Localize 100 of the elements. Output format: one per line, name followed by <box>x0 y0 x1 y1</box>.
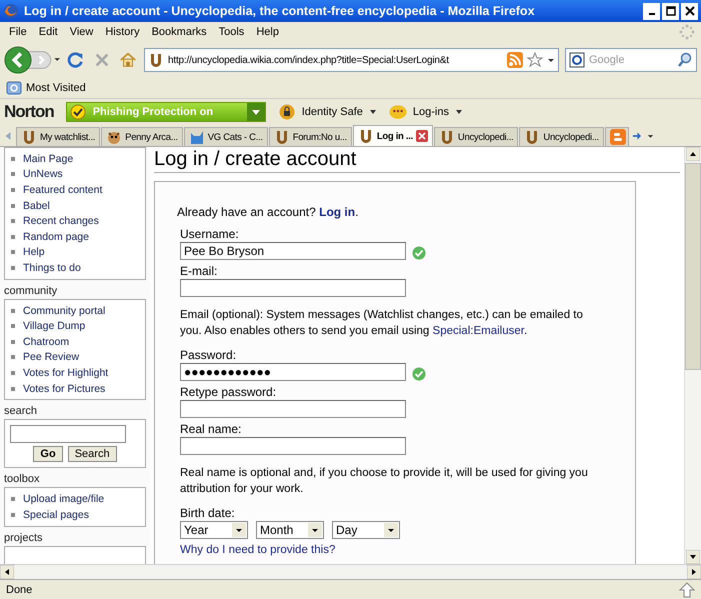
search-input[interactable] <box>10 425 126 444</box>
scroll-down-icon[interactable] <box>686 550 700 564</box>
star-icon[interactable] <box>527 52 543 68</box>
close-tab-icon[interactable] <box>416 130 428 142</box>
browser-logo-icon <box>3 3 19 19</box>
sidebar-link[interactable]: Pee Review <box>23 351 80 364</box>
browser-tab[interactable]: VG Cats - C... <box>184 127 268 146</box>
field-label: Password: <box>180 348 238 363</box>
site-favicon-icon <box>21 129 37 145</box>
scroll-left-icon[interactable] <box>0 565 14 579</box>
menu-item[interactable]: Tools <box>212 26 250 38</box>
sidebar-link[interactable]: Help <box>23 246 45 258</box>
site-favicon-icon <box>148 52 164 68</box>
bullet-icon <box>11 266 15 270</box>
sidebar-link[interactable]: Main Page <box>23 152 74 165</box>
browser-tab[interactable]: Log in ... <box>352 125 433 146</box>
bullet-icon <box>11 204 15 208</box>
portlet-title: community <box>4 284 58 297</box>
scroll-right-icon[interactable] <box>687 565 701 579</box>
menu-item[interactable]: View <box>64 26 100 38</box>
minimize-button[interactable] <box>643 2 660 20</box>
address-text: http://uncyclopedia.wikia.com/index.php?title=Special:UserLogin&t <box>168 54 450 66</box>
horizontal-scrollbar[interactable] <box>0 564 701 579</box>
emailuser-link[interactable]: Special:Emailuser <box>432 325 524 337</box>
address-field[interactable]: http://uncyclopedia.wikia.com/index.php?title=Special:UserLogin&t <box>144 48 559 72</box>
bookmark-item[interactable]: Most Visited <box>6 80 86 96</box>
bullet-icon <box>11 250 15 254</box>
browser-tab[interactable]: Forum:No u... <box>268 127 352 146</box>
portlet-title: toolbox <box>4 473 40 486</box>
window-title: Log in / create account - Uncyclopedia, the content-free encyclopedia - Mozilla Firefox <box>24 4 536 18</box>
browser-tab[interactable] <box>604 127 629 146</box>
portlet-title: projects <box>4 532 44 544</box>
caret-icon <box>368 108 377 116</box>
identity-safe-button[interactable]: Identity Safe <box>278 104 377 120</box>
sidebar-link[interactable]: Votes for Pictures <box>23 382 106 395</box>
sidebar-link[interactable]: Community portal <box>23 304 106 317</box>
close-button[interactable] <box>681 2 698 20</box>
sidebar-link[interactable]: Featured content <box>23 184 102 196</box>
search-icon[interactable] <box>677 52 693 68</box>
blog-icon <box>610 129 626 145</box>
input-field[interactable]: ●●●●●●●●●●●● <box>180 363 406 381</box>
sidebar-link[interactable]: UnNews <box>23 168 63 180</box>
search-engine-icon[interactable] <box>569 52 585 68</box>
menu-item[interactable]: File <box>3 26 33 38</box>
maximize-icon <box>666 6 676 16</box>
bullet-icon <box>11 308 15 313</box>
input-field[interactable] <box>180 400 406 418</box>
browser-tab[interactable]: Penny Arca... <box>101 127 183 146</box>
back-forward-icon[interactable] <box>4 46 60 74</box>
sidebar-link[interactable]: Chatroom <box>23 336 70 348</box>
bullet-icon <box>11 497 15 502</box>
home-icon[interactable] <box>119 51 137 69</box>
sidebar-link[interactable]: Random page <box>23 230 89 243</box>
search-field[interactable]: Google <box>565 48 697 72</box>
search-portlet-button[interactable]: Search <box>68 446 117 462</box>
dropdown-icon[interactable] <box>547 56 555 64</box>
sidebar-link[interactable]: Babel <box>23 200 50 212</box>
safe-icon <box>278 104 296 120</box>
input-field[interactable]: Pee Bo Bryson <box>180 242 406 260</box>
input-field[interactable] <box>180 279 406 297</box>
browser-tab[interactable]: Uncyclopedi... <box>434 127 518 146</box>
maximize-button[interactable] <box>662 2 679 20</box>
date-select[interactable]: Year <box>180 521 248 539</box>
date-select[interactable]: Month <box>256 521 324 539</box>
date-select[interactable]: Day <box>332 521 400 539</box>
caret-icon <box>454 108 463 116</box>
menu-item[interactable]: History <box>99 26 146 38</box>
bullet-icon <box>11 172 15 176</box>
field-label: Retype password: <box>180 385 278 400</box>
up-arrow-icon <box>679 582 695 598</box>
norton-logo: Norton <box>4 102 54 122</box>
bullet-icon <box>11 355 15 360</box>
tab-scroll-right-icon[interactable] <box>632 131 641 141</box>
reload-icon[interactable] <box>67 51 85 69</box>
sidebar-link[interactable]: Upload image/file <box>23 493 104 506</box>
search-portlet-button[interactable]: Go <box>33 446 63 462</box>
sidebar-link[interactable]: Things to do <box>23 262 81 274</box>
field-label: Birth date: <box>180 506 236 521</box>
login-link[interactable]: Log in <box>319 205 356 219</box>
why-link[interactable]: Why do I need to provide this? <box>180 544 617 556</box>
cat-icon <box>188 129 205 145</box>
bullet-icon <box>11 512 15 517</box>
sidebar-link[interactable]: Village Dump <box>23 320 86 332</box>
menu-item[interactable]: Edit <box>32 26 64 38</box>
bullet-icon <box>11 234 15 239</box>
browser-tab[interactable]: My watchlist... <box>16 127 100 146</box>
minimize-icon <box>648 13 654 15</box>
throbber-icon <box>679 24 695 40</box>
vertical-scrollbar[interactable] <box>684 147 701 564</box>
browser-tab[interactable]: Uncyclopedi... <box>519 127 604 146</box>
sidebar-link[interactable]: Votes for Highlight <box>23 366 108 379</box>
input-field[interactable] <box>180 437 406 455</box>
bullet-icon <box>11 340 15 344</box>
scroll-up-icon[interactable] <box>686 147 700 161</box>
menu-item[interactable]: Bookmarks <box>146 26 213 38</box>
sidebar-link[interactable]: Recent changes <box>23 215 99 228</box>
sidebar-link[interactable]: Special pages <box>23 508 89 521</box>
log-ins-button[interactable]: Log-ins <box>388 104 463 120</box>
menu-item[interactable]: Help <box>250 26 285 38</box>
page-heading: Log in / create account <box>154 147 680 173</box>
